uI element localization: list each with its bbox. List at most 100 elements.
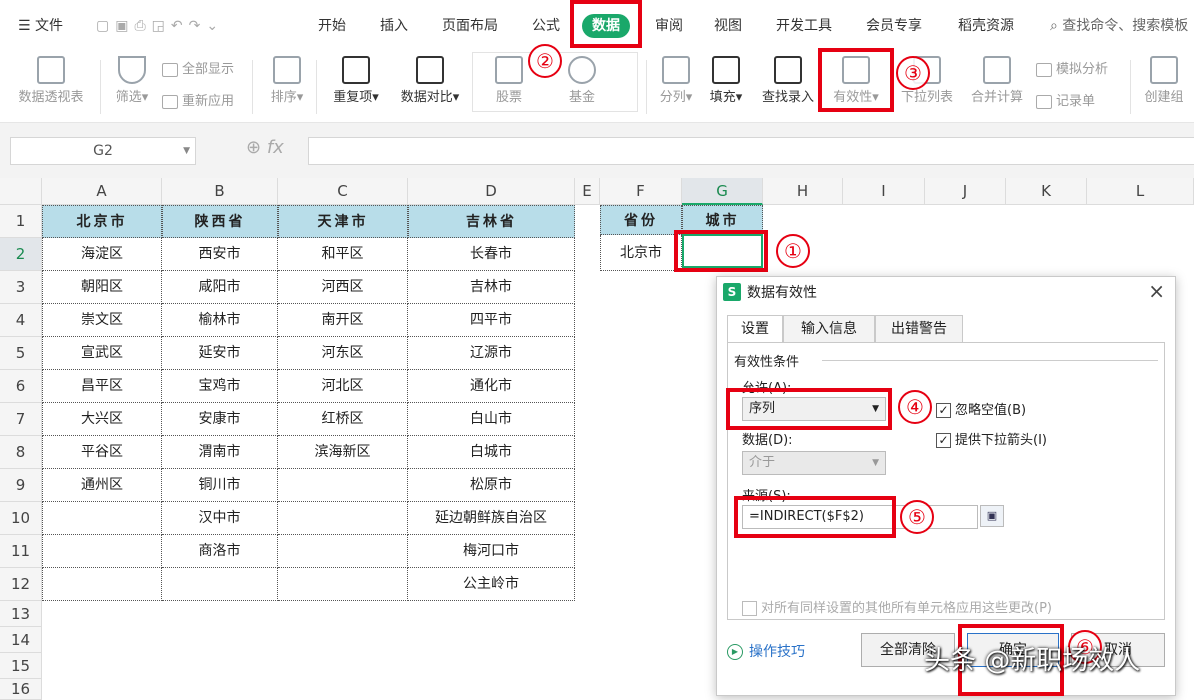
tab-member[interactable]: 会员专享	[866, 14, 922, 38]
table-cell[interactable]: 崇文区	[42, 304, 162, 337]
column-header-a[interactable]: A	[42, 178, 162, 205]
row-header-7[interactable]: 7	[0, 403, 42, 436]
table-cell[interactable]: 昌平区	[42, 370, 162, 403]
show-all-button[interactable]: 全部显示	[162, 58, 234, 77]
table-header-cell[interactable]: 吉林省	[408, 205, 575, 238]
row-header-9[interactable]: 9	[0, 469, 42, 502]
table-cell[interactable]: 商洛市	[162, 535, 278, 568]
table-cell[interactable]: 铜川市	[162, 469, 278, 502]
row-header-10[interactable]: 10	[0, 502, 42, 535]
table-cell[interactable]: 四平市	[408, 304, 575, 337]
column-header-c[interactable]: C	[278, 178, 408, 205]
table-cell[interactable]: 白山市	[408, 403, 575, 436]
fund-button[interactable]: 基金	[558, 52, 606, 118]
table-cell[interactable]: 长春市	[408, 238, 575, 271]
table-cell[interactable]: 咸阳市	[162, 271, 278, 304]
tab-input-message[interactable]: 输入信息	[783, 315, 875, 343]
table-cell[interactable]: 河北区	[278, 370, 408, 403]
table-header-cell[interactable]: 陕西省	[162, 205, 278, 238]
column-header-l[interactable]: L	[1087, 178, 1194, 205]
row-header-2[interactable]: 2	[0, 238, 42, 271]
split-column-button[interactable]: 分列▾	[654, 52, 698, 118]
fill-button[interactable]: 填充▾	[704, 52, 748, 118]
row-header-8[interactable]: 8	[0, 436, 42, 469]
row-header-4[interactable]: 4	[0, 304, 42, 337]
table-cell[interactable]: 宝鸡市	[162, 370, 278, 403]
duplicates-button[interactable]: 重复项▾	[326, 52, 386, 118]
province-header-cell[interactable]: 省份	[600, 205, 682, 235]
close-icon[interactable]: ×	[1148, 279, 1165, 303]
row-header-16[interactable]: 16	[0, 679, 42, 700]
table-cell[interactable]: 吉林市	[408, 271, 575, 304]
file-menu[interactable]: ☰ 文件	[18, 14, 63, 38]
tab-developer[interactable]: 开发工具	[776, 14, 832, 38]
column-header-h[interactable]: H	[763, 178, 843, 205]
table-cell[interactable]: 渭南市	[162, 436, 278, 469]
chevron-down-icon[interactable]: ▼	[183, 138, 190, 164]
row-header-5[interactable]: 5	[0, 337, 42, 370]
range-picker-icon[interactable]: ▣	[980, 505, 1004, 527]
table-cell[interactable]: 汉中市	[162, 502, 278, 535]
table-cell[interactable]	[42, 568, 162, 601]
formula-input[interactable]	[308, 137, 1194, 165]
province-value-cell[interactable]: 北京市	[600, 235, 682, 271]
reapply-button[interactable]: 重新应用	[162, 90, 234, 109]
table-cell[interactable]: 西安市	[162, 238, 278, 271]
tab-formula[interactable]: 公式	[532, 14, 560, 38]
row-header-11[interactable]: 11	[0, 535, 42, 568]
consolidate-button[interactable]: 合并计算	[966, 52, 1028, 118]
table-cell[interactable]: 公主岭市	[408, 568, 575, 601]
column-header-e[interactable]: E	[575, 178, 600, 205]
dropdown-arrow-checkbox[interactable]: ✓ 提供下拉箭头(I)	[936, 429, 1047, 448]
tab-home[interactable]: 开始	[318, 14, 346, 38]
table-cell[interactable]: 和平区	[278, 238, 408, 271]
table-cell[interactable]	[162, 568, 278, 601]
row-header-6[interactable]: 6	[0, 370, 42, 403]
create-group-button[interactable]: 创建组	[1138, 52, 1190, 118]
table-header-cell[interactable]: 北京市	[42, 205, 162, 238]
column-header-f[interactable]: F	[600, 178, 682, 205]
simulate-button[interactable]: 模拟分析	[1036, 58, 1108, 77]
tab-error-alert[interactable]: 出错警告	[875, 315, 963, 343]
select-all-corner[interactable]	[0, 178, 42, 205]
lookup-entry-button[interactable]: 查找录入	[756, 52, 820, 118]
sort-button[interactable]: 排序▾	[264, 52, 310, 118]
table-cell[interactable]: 通州区	[42, 469, 162, 502]
table-cell[interactable]: 梅河口市	[408, 535, 575, 568]
column-header-d[interactable]: D	[408, 178, 575, 205]
row-header-1[interactable]: 1	[0, 205, 42, 238]
table-cell[interactable]: 辽源市	[408, 337, 575, 370]
table-cell[interactable]: 松原市	[408, 469, 575, 502]
table-cell[interactable]: 朝阳区	[42, 271, 162, 304]
ignore-blank-checkbox[interactable]: ✓ 忽略空值(B)	[936, 399, 1026, 418]
table-cell[interactable]: 滨海新区	[278, 436, 408, 469]
table-cell[interactable]	[42, 535, 162, 568]
table-cell[interactable]	[278, 469, 408, 502]
table-cell[interactable]: 南开区	[278, 304, 408, 337]
table-cell[interactable]: 通化市	[408, 370, 575, 403]
column-header-k[interactable]: K	[1006, 178, 1087, 205]
table-cell[interactable]: 白城市	[408, 436, 575, 469]
row-header-14[interactable]: 14	[0, 627, 42, 653]
filter-button[interactable]: 筛选▾	[108, 52, 156, 118]
column-header-j[interactable]: J	[925, 178, 1006, 205]
row-header-3[interactable]: 3	[0, 271, 42, 304]
column-header-b[interactable]: B	[162, 178, 278, 205]
table-cell[interactable]: 安康市	[162, 403, 278, 436]
table-cell[interactable]: 延边朝鲜族自治区	[408, 502, 575, 535]
table-cell[interactable]: 河西区	[278, 271, 408, 304]
table-cell[interactable]	[42, 502, 162, 535]
row-header-12[interactable]: 12	[0, 568, 42, 601]
apply-all-checkbox[interactable]: 对所有同样设置的其他所有单元格应用这些更改(P)	[742, 597, 1052, 616]
tab-settings[interactable]: 设置	[727, 315, 783, 343]
stock-button[interactable]: 股票	[484, 52, 534, 118]
quick-access-icons[interactable]: ▢▣⎙◲↶↷⌄	[96, 14, 224, 38]
table-cell[interactable]: 红桥区	[278, 403, 408, 436]
tab-page-layout[interactable]: 页面布局	[442, 14, 498, 38]
row-header-13[interactable]: 13	[0, 601, 42, 627]
tab-review[interactable]: 审阅	[655, 14, 683, 38]
pivot-table-button[interactable]: 数据透视表	[10, 52, 92, 118]
table-cell[interactable]: 大兴区	[42, 403, 162, 436]
dialog-titlebar[interactable]: S 数据有效性 ×	[717, 277, 1175, 307]
data-select[interactable]: 介于 ▼	[742, 451, 886, 475]
